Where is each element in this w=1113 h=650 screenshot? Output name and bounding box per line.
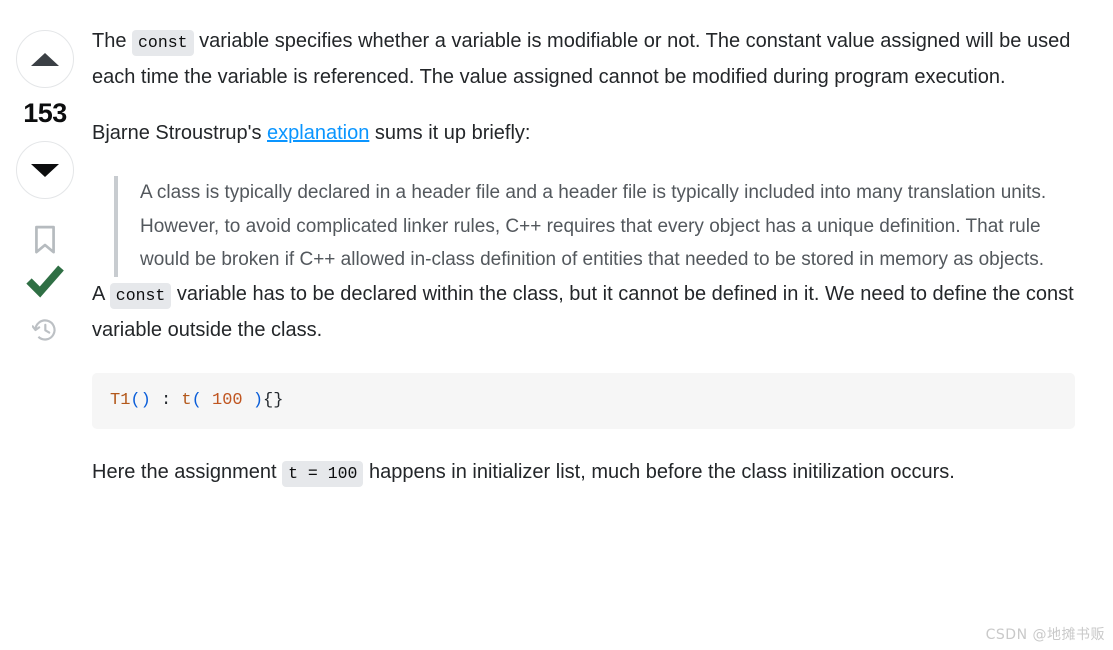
edit-history-button[interactable] [32, 317, 58, 343]
arrow-down-icon [31, 163, 59, 177]
paragraph2-after-link: sums it up briefly: [369, 122, 531, 144]
vote-cell: 153 [0, 0, 90, 343]
paragraph2-before-link: Bjarne Stroustrup's [92, 122, 268, 144]
code-token: t [181, 390, 192, 410]
paragraph4-after-code: happens in initializer list, much before… [363, 460, 955, 483]
code-block[interactable]: T1() : t( 100 ){} [92, 372, 1075, 429]
paragraph3-after-code: variable has to be declared within the c… [92, 282, 1074, 341]
code-token: ( [191, 390, 202, 410]
paragraph1-after-code: variable specifies whether a variable is… [92, 30, 1071, 88]
downvote-button[interactable] [16, 141, 74, 199]
history-clock-icon [32, 319, 56, 341]
blockquote-text: A class is typically declared in a heade… [140, 182, 1047, 270]
code-token: : [150, 390, 182, 410]
inline-code-assignment: t = 100 [282, 460, 364, 487]
blockquote: A class is typically declared in a heade… [114, 176, 1075, 277]
inline-code-const-2: const [109, 282, 172, 309]
paragraph1-before-code: The [92, 30, 133, 52]
code-token: 100 [212, 390, 243, 410]
paragraph-stroustrup-intro: Bjarne Stroustrup's explanation sums it … [92, 116, 1075, 150]
paragraph-initializer-list: Here the assignment t = 100 happens in i… [92, 455, 1075, 491]
vote-count: 153 [23, 98, 67, 128]
watermark: CSDN @地摊书贩 [985, 627, 1105, 643]
answer-content: The const variable specifies whether a v… [90, 0, 1113, 491]
paragraph-const-intro: The const variable specifies whether a v… [92, 24, 1075, 94]
checkmark-icon [26, 265, 64, 298]
upvote-button[interactable] [16, 30, 74, 88]
bookmark-icon [35, 225, 55, 254]
arrow-up-icon [31, 52, 59, 66]
code-block-content: T1() : t( 100 ){} [110, 391, 283, 410]
inline-code-const-1: const [132, 30, 194, 56]
accepted-answer-indicator[interactable] [26, 263, 64, 299]
code-token: ) [252, 390, 264, 410]
code-token: {} [263, 390, 284, 410]
code-token: () [130, 390, 151, 410]
answer-post: 153 The const variable specifies whether… [0, 0, 1113, 650]
paragraph4-before-code: Here the assignment [92, 460, 283, 483]
paragraph3-before-code: A [92, 282, 110, 305]
bookmark-button[interactable] [32, 225, 58, 255]
explanation-link[interactable]: explanation [267, 122, 369, 144]
paragraph-const-declaration: A const variable has to be declared with… [92, 277, 1075, 347]
code-token: T1 [110, 390, 131, 410]
